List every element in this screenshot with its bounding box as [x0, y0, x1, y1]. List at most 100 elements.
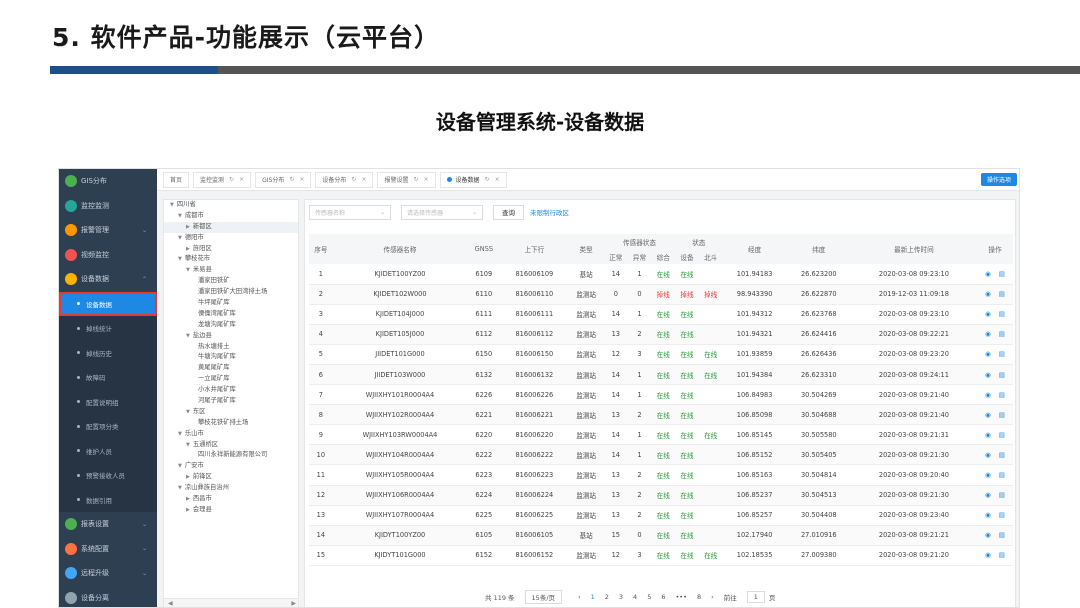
- close-icon[interactable]: ×: [361, 176, 366, 183]
- caret-right-icon[interactable]: ▶: [186, 474, 190, 480]
- sidebar-subitem[interactable]: 预警接收人员: [59, 463, 157, 488]
- tree-node[interactable]: ▼成都市: [164, 211, 298, 222]
- refresh-icon[interactable]: ↻: [413, 176, 418, 183]
- caret-down-icon[interactable]: ▼: [186, 442, 190, 448]
- tree-node[interactable]: 攀枝花铁矿排土场: [164, 418, 298, 429]
- detail-icon[interactable]: ▤: [999, 511, 1005, 519]
- caret-down-icon[interactable]: ▼: [178, 431, 182, 437]
- tree-node[interactable]: ▶会理县: [164, 505, 298, 516]
- detail-icon[interactable]: ▤: [999, 411, 1005, 419]
- view-icon[interactable]: ◉: [985, 491, 991, 499]
- page-number[interactable]: 6: [661, 593, 665, 601]
- sidebar-item[interactable]: 监控监测: [59, 194, 157, 219]
- close-icon[interactable]: ×: [495, 176, 500, 183]
- page-number[interactable]: 8: [697, 593, 701, 601]
- tab-0[interactable]: 首页: [163, 172, 189, 188]
- caret-down-icon[interactable]: ▼: [186, 409, 190, 415]
- tree-node[interactable]: 潘家田铁矿大田湾排土场: [164, 287, 298, 298]
- tree-node[interactable]: ▼盐边县: [164, 331, 298, 342]
- tree-node[interactable]: 牛坪尾矿库: [164, 298, 298, 309]
- sidebar-item[interactable]: 视频监控: [59, 243, 157, 268]
- detail-icon[interactable]: ▤: [999, 391, 1005, 399]
- page-number[interactable]: •••: [675, 593, 687, 601]
- tree-node[interactable]: ▼攀枝花市: [164, 254, 298, 265]
- detail-icon[interactable]: ▤: [999, 371, 1005, 379]
- page-number[interactable]: 4: [633, 593, 637, 601]
- detail-icon[interactable]: ▤: [999, 270, 1005, 278]
- close-icon[interactable]: ×: [239, 176, 244, 183]
- view-icon[interactable]: ◉: [985, 511, 991, 519]
- unallocated-region-link[interactable]: 未限制行政区: [530, 207, 569, 217]
- sidebar-item[interactable]: 远程升级⌄: [59, 561, 157, 586]
- tree-node[interactable]: ▼米易县: [164, 265, 298, 276]
- tree-node[interactable]: ▼凉山彝族自治州: [164, 483, 298, 494]
- sidebar-subitem[interactable]: 维护人员: [59, 439, 157, 464]
- scroll-left-icon[interactable]: ◀: [168, 600, 173, 607]
- tree-node[interactable]: ▶西昌市: [164, 494, 298, 505]
- sidebar-item[interactable]: 系统配置⌄: [59, 537, 157, 562]
- caret-down-icon[interactable]: ▼: [178, 463, 182, 469]
- tree-node[interactable]: ▼广安市: [164, 461, 298, 472]
- caret-right-icon[interactable]: ▶: [186, 496, 190, 502]
- tree-node[interactable]: ▼乐山市: [164, 429, 298, 440]
- sensor-name-select[interactable]: 传感器名称 ⌄: [309, 205, 391, 220]
- view-icon[interactable]: ◉: [985, 350, 991, 358]
- detail-icon[interactable]: ▤: [999, 551, 1005, 559]
- scroll-right-icon[interactable]: ▶: [291, 600, 296, 607]
- tree-node[interactable]: 黄尾尾矿库: [164, 363, 298, 374]
- refresh-icon[interactable]: ↻: [351, 176, 356, 183]
- view-icon[interactable]: ◉: [985, 471, 991, 479]
- tab-2[interactable]: GIS分布↻×: [255, 172, 311, 188]
- tab-1[interactable]: 监控监测↻×: [193, 172, 251, 188]
- tree-node[interactable]: 龙塘沟尾矿库: [164, 320, 298, 331]
- view-icon[interactable]: ◉: [985, 290, 991, 298]
- view-icon[interactable]: ◉: [985, 451, 991, 459]
- tree-node[interactable]: 傈僳湾尾矿库: [164, 309, 298, 320]
- close-icon[interactable]: ×: [424, 176, 429, 183]
- page-size-select[interactable]: 15条/页: [525, 590, 562, 604]
- tree-node[interactable]: ▶前锋区: [164, 472, 298, 483]
- close-icon[interactable]: ×: [299, 176, 304, 183]
- view-icon[interactable]: ◉: [985, 310, 991, 318]
- view-icon[interactable]: ◉: [985, 371, 991, 379]
- sidebar-item[interactable]: 设备分离: [59, 586, 157, 608]
- sidebar-subitem[interactable]: 掉线统计: [59, 316, 157, 341]
- sidebar-item[interactable]: GIS分布: [59, 169, 157, 194]
- page-number[interactable]: 3: [619, 593, 623, 601]
- tree-node[interactable]: 四川永祥新能源有限公司: [164, 450, 298, 461]
- tree-node[interactable]: ▼四川省: [164, 200, 298, 211]
- detail-icon[interactable]: ▤: [999, 350, 1005, 358]
- tab-4[interactable]: 报警设置↻×: [377, 172, 435, 188]
- tree-node[interactable]: 牛塘沟尾矿库: [164, 352, 298, 363]
- caret-down-icon[interactable]: ▼: [170, 202, 174, 208]
- tree-node[interactable]: ▶新都区: [164, 222, 298, 233]
- refresh-icon[interactable]: ↻: [289, 176, 294, 183]
- tree-node[interactable]: ▶旌阳区: [164, 244, 298, 255]
- tab-3[interactable]: 设备分布↻×: [315, 172, 373, 188]
- sidebar-item[interactable]: 报警管理⌄: [59, 218, 157, 243]
- tree-node[interactable]: 河尾子尾矿库: [164, 396, 298, 407]
- tree-node[interactable]: ▼五通桥区: [164, 440, 298, 451]
- detail-icon[interactable]: ▤: [999, 310, 1005, 318]
- caret-down-icon[interactable]: ▼: [178, 485, 182, 491]
- page-number[interactable]: 1: [591, 593, 595, 601]
- sidebar-subitem[interactable]: 掉线历史: [59, 341, 157, 366]
- tree-node[interactable]: 热水塘排土: [164, 342, 298, 353]
- sidebar-item[interactable]: 报表设置⌄: [59, 512, 157, 537]
- sidebar-subitem[interactable]: 数据引用: [59, 488, 157, 513]
- caret-right-icon[interactable]: ▶: [186, 224, 190, 230]
- sidebar-subitem[interactable]: 设备数据: [59, 292, 157, 317]
- refresh-icon[interactable]: ↻: [485, 176, 490, 183]
- refresh-icon[interactable]: ↻: [229, 176, 234, 183]
- caret-down-icon[interactable]: ▼: [186, 333, 190, 339]
- view-icon[interactable]: ◉: [985, 431, 991, 439]
- detail-icon[interactable]: ▤: [999, 290, 1005, 298]
- sensor-select[interactable]: 请选择传感器 ⌄: [401, 205, 483, 220]
- page-number[interactable]: 2: [605, 593, 609, 601]
- goto-page-input[interactable]: 1: [747, 591, 765, 603]
- tree-node[interactable]: ▼德阳市: [164, 233, 298, 244]
- detail-icon[interactable]: ▤: [999, 330, 1005, 338]
- page-number[interactable]: 5: [647, 593, 651, 601]
- caret-right-icon[interactable]: ▶: [186, 507, 190, 513]
- detail-icon[interactable]: ▤: [999, 451, 1005, 459]
